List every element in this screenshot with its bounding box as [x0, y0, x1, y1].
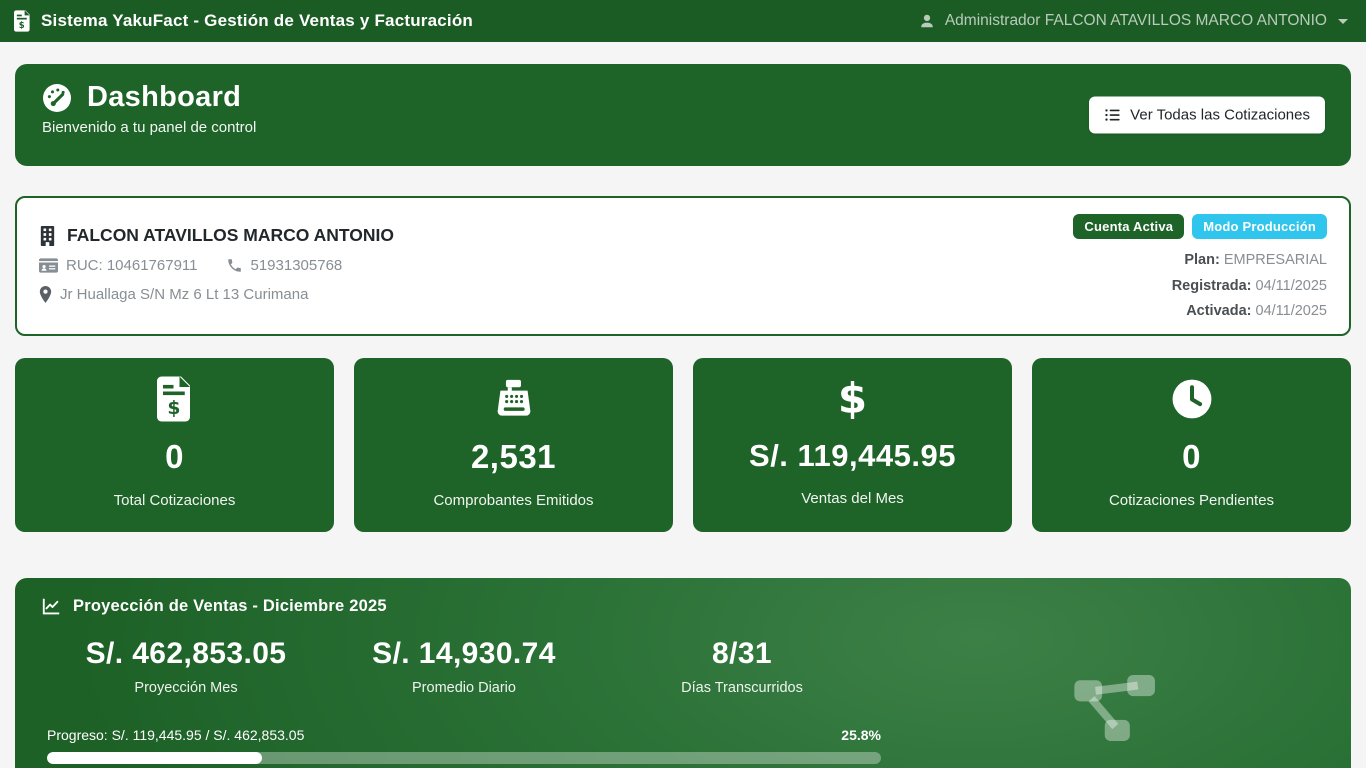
- progress-header: Progreso: S/. 119,445.95 / S/. 462,853.0…: [47, 727, 881, 743]
- user-icon: [918, 12, 936, 30]
- days-elapsed-stat: 8/31 Días Transcurridos: [603, 637, 881, 696]
- id-card-icon: [39, 258, 58, 273]
- registered-line: Registrada: 04/11/2025: [1073, 274, 1327, 300]
- main-content: Dashboard Bienvenido a tu panel de contr…: [0, 42, 1366, 768]
- stat-label: Comprobantes Emitidos: [354, 492, 673, 509]
- map-marker-icon: [39, 286, 52, 303]
- stat-label: Ventas del Mes: [693, 490, 1012, 507]
- stat-label: Total Cotizaciones: [15, 492, 334, 509]
- stat-value: S/. 119,445.95: [693, 438, 1012, 474]
- app-title: Sistema YakuFact - Gestión de Ventas y F…: [41, 11, 473, 31]
- projection-value: S/. 14,930.74: [325, 637, 603, 671]
- projection-title: Proyección de Ventas - Diciembre 2025: [73, 597, 387, 616]
- projection-label: Días Transcurridos: [603, 680, 881, 696]
- projection-body: S/. 462,853.05 Proyección Mes S/. 14,930…: [33, 637, 1333, 768]
- company-details: FALCON ATAVILLOS MARCO ANTONIO: [39, 214, 394, 318]
- activated-value: 04/11/2025: [1256, 303, 1328, 319]
- svg-text:$: $: [167, 398, 180, 419]
- company-contact-row: RUC: 10461767911 51931305768: [39, 257, 394, 274]
- page-title: Dashboard: [87, 81, 241, 114]
- production-mode-badge: Modo Producción: [1192, 214, 1327, 239]
- dashboard-gauge-icon: [41, 82, 73, 114]
- projection-label: Promedio Diario: [325, 680, 603, 696]
- plan-value: EMPRESARIAL: [1224, 252, 1327, 268]
- stat-value: 2,531: [354, 438, 673, 476]
- dollar-sign-icon: $: [693, 375, 1012, 423]
- projection-month-stat: S/. 462,853.05 Proyección Mes: [47, 637, 325, 696]
- company-info-card: FALCON ATAVILLOS MARCO ANTONIO: [15, 196, 1351, 336]
- progress-block: Progreso: S/. 119,445.95 / S/. 462,853.0…: [47, 727, 881, 764]
- projection-value: 8/31: [603, 637, 881, 671]
- projection-value: S/. 462,853.05: [47, 637, 325, 671]
- cash-register-icon: [354, 375, 673, 423]
- building-icon: [39, 226, 56, 246]
- company-address-text: Jr Huallaga S/N Mz 6 Lt 13 Curimana: [60, 286, 308, 303]
- dashboard-header-card: Dashboard Bienvenido a tu panel de contr…: [15, 64, 1351, 166]
- company-phone: 51931305768: [227, 257, 342, 274]
- progress-bar-track: [47, 752, 881, 764]
- company-name-row: FALCON ATAVILLOS MARCO ANTONIO: [39, 225, 394, 246]
- stat-card-pending-quotes: 0 Cotizaciones Pendientes: [1032, 358, 1351, 532]
- progress-percent: 25.8%: [841, 727, 881, 743]
- company-ruc: RUC: 10461767911: [39, 257, 197, 274]
- projection-stats-row: S/. 462,853.05 Proyección Mes S/. 14,930…: [47, 637, 881, 696]
- projection-right-column: Basado en el promedio diario de ventas h…: [895, 637, 1333, 768]
- app-brand: $ Sistema YakuFact - Gestión de Ventas y…: [14, 10, 473, 32]
- plan-line: Plan: EMPRESARIAL: [1073, 248, 1327, 274]
- stat-card-receipts-issued: 2,531 Comprobantes Emitidos: [354, 358, 673, 532]
- caret-down-icon: [1338, 19, 1348, 24]
- page: { "navbar": { "title": "Sistema YakuFact…: [0, 0, 1366, 768]
- projection-left-column: S/. 462,853.05 Proyección Mes S/. 14,930…: [33, 637, 895, 768]
- user-name: Administrador FALCON ATAVILLOS MARCO ANT…: [945, 12, 1327, 30]
- top-navbar: $ Sistema YakuFact - Gestión de Ventas y…: [0, 0, 1366, 42]
- stat-value: 0: [1032, 438, 1351, 476]
- company-ruc-text: RUC: 10461767911: [66, 257, 197, 274]
- company-name: FALCON ATAVILLOS MARCO ANTONIO: [67, 225, 394, 246]
- projection-label: Proyección Mes: [47, 680, 325, 696]
- account-status-panel: Cuenta Activa Modo Producción Plan: EMPR…: [1073, 214, 1327, 318]
- progress-bar-fill: [47, 752, 262, 764]
- sales-projection-card: Proyección de Ventas - Diciembre 2025 S/…: [15, 578, 1351, 768]
- progress-label: Progreso: S/. 119,445.95 / S/. 462,853.0…: [47, 727, 304, 743]
- view-all-quotes-label: Ver Todas las Cotizaciones: [1130, 107, 1310, 124]
- activated-line: Activada: 04/11/2025: [1073, 299, 1327, 325]
- stat-card-total-quotes: $ 0 Total Cotizaciones: [15, 358, 334, 532]
- company-phone-text: 51931305768: [250, 257, 342, 274]
- account-active-badge: Cuenta Activa: [1073, 214, 1184, 239]
- svg-text:$: $: [19, 21, 25, 31]
- plan-label: Plan:: [1184, 252, 1219, 268]
- project-diagram-icon: [1071, 671, 1157, 745]
- stat-card-month-sales: $ S/. 119,445.95 Ventas del Mes: [693, 358, 1012, 532]
- activated-label: Activada:: [1186, 303, 1251, 319]
- file-invoice-dollar-icon: $: [14, 10, 31, 32]
- phone-icon: [227, 258, 242, 273]
- clock-icon: [1032, 375, 1351, 423]
- registered-label: Registrada:: [1172, 278, 1252, 294]
- status-badges: Cuenta Activa Modo Producción: [1073, 214, 1327, 239]
- company-address: Jr Huallaga S/N Mz 6 Lt 13 Curimana: [39, 286, 394, 303]
- file-invoice-dollar-icon: $: [15, 375, 334, 423]
- registered-value: 04/11/2025: [1256, 278, 1328, 294]
- daily-average-stat: S/. 14,930.74 Promedio Diario: [325, 637, 603, 696]
- projection-title-row: Proyección de Ventas - Diciembre 2025: [33, 597, 1333, 616]
- chart-line-icon: [42, 598, 61, 615]
- stat-label: Cotizaciones Pendientes: [1032, 492, 1351, 509]
- view-all-quotes-button[interactable]: Ver Todas las Cotizaciones: [1089, 97, 1325, 134]
- stat-value: 0: [15, 438, 334, 476]
- stats-grid: $ 0 Total Cotizaciones 2,531: [15, 358, 1351, 532]
- account-meta: Plan: EMPRESARIAL Registrada: 04/11/2025…: [1073, 248, 1327, 325]
- list-icon: [1104, 107, 1121, 124]
- user-menu-dropdown[interactable]: Administrador FALCON ATAVILLOS MARCO ANT…: [918, 12, 1348, 30]
